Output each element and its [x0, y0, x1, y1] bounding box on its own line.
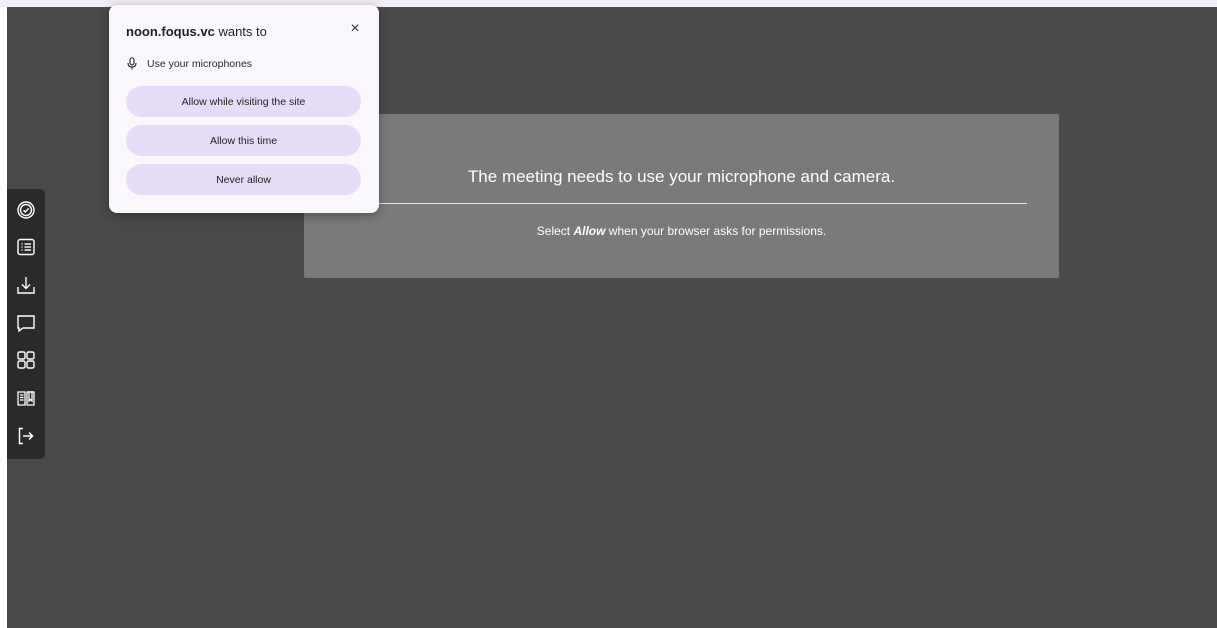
panel-divider	[356, 203, 1027, 204]
panel-subtitle: Select Allow when your browser asks for …	[304, 224, 1059, 238]
list-button[interactable]	[11, 233, 41, 262]
chat-icon	[17, 315, 35, 333]
panel-sub-emphasis: Allow	[573, 224, 606, 238]
book-button[interactable]	[11, 384, 41, 413]
download-button[interactable]	[11, 270, 41, 299]
allow-this-time-button[interactable]: Allow this time	[126, 125, 361, 156]
allow-while-visiting-button[interactable]: Allow while visiting the site	[126, 86, 361, 117]
check-circle-icon	[17, 200, 35, 219]
permission-message-panel: The meeting needs to use your microphone…	[304, 114, 1059, 278]
close-icon[interactable]: ×	[347, 20, 363, 38]
book-icon	[17, 391, 35, 406]
download-icon	[17, 277, 35, 294]
chat-button[interactable]	[11, 308, 41, 337]
side-toolbar	[7, 189, 45, 459]
left-edge	[0, 7, 7, 628]
grid-icon	[17, 351, 35, 370]
panel-sub-suffix: when your browser asks for permissions.	[605, 224, 827, 238]
popup-wants-to: wants to	[214, 24, 267, 39]
microphone-icon	[127, 57, 137, 70]
permission-popup: noon.foqus.vc wants to × Use your microp…	[109, 5, 379, 213]
exit-button[interactable]	[11, 421, 41, 450]
grid-button[interactable]	[11, 346, 41, 375]
never-allow-button[interactable]: Never allow	[126, 164, 361, 195]
list-icon	[17, 239, 35, 256]
popup-site: noon.foqus.vc	[126, 24, 215, 39]
panel-title: The meeting needs to use your microphone…	[467, 167, 896, 186]
popup-permission-label: Use your microphones	[147, 57, 253, 70]
popup-permission-row: Use your microphones	[126, 57, 252, 70]
exit-icon	[18, 427, 34, 445]
popup-title: noon.foqus.vc wants to	[126, 24, 267, 39]
panel-sub-prefix: Select	[536, 224, 574, 238]
check-button[interactable]	[11, 195, 41, 224]
